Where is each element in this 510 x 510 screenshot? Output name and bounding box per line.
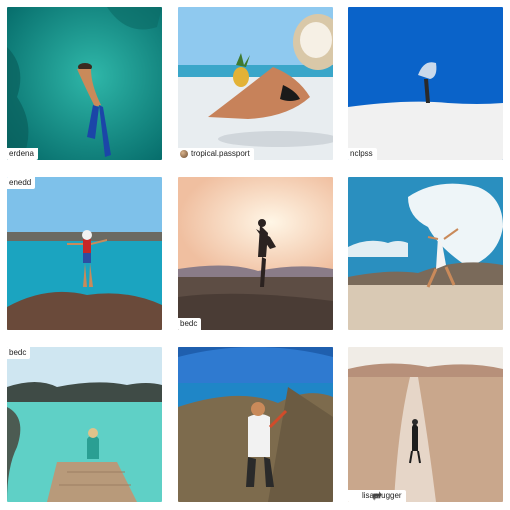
caption-tag: bedc [178, 318, 202, 330]
photo-tile-5[interactable]: bedc [178, 177, 333, 330]
caption-tag: enedd [7, 177, 36, 189]
caption-text: nclpss [350, 149, 373, 158]
caption-text: bedc [9, 348, 27, 357]
photo-tile-3[interactable]: nclpss [348, 7, 503, 160]
photo-desert-jump [348, 177, 503, 330]
caption-text: enedd [9, 178, 32, 187]
caption-text: erdena [9, 149, 34, 158]
photo-tile-9[interactable]: lisaprugger [348, 347, 503, 502]
repost-icon [350, 491, 382, 501]
caption-tag: lisaprugger [348, 490, 406, 502]
photo-white-dune [348, 7, 503, 160]
caption-tag: nclpss [348, 148, 377, 160]
photo-grid: erdena tropical.passport nclpss enedd be… [0, 0, 510, 510]
caption-tag: bedc [7, 347, 31, 359]
photo-natural-pool [7, 347, 162, 502]
avatar [180, 150, 188, 158]
caption-text: tropical.passport [191, 149, 250, 158]
photo-tile-2[interactable]: tropical.passport [178, 7, 333, 160]
caption-tag: tropical.passport [178, 148, 254, 160]
photo-sunset-couple [178, 177, 333, 330]
caption-text: bedc [180, 319, 198, 328]
caption-tag: erdena [7, 148, 38, 160]
photo-tile-1[interactable]: erdena [7, 7, 162, 160]
photo-tile-4[interactable]: enedd [7, 177, 162, 330]
photo-tile-7[interactable]: bedc [7, 347, 162, 502]
photo-beach-pineapple [178, 7, 333, 160]
photo-woman-on-rock [7, 177, 162, 330]
photo-tile-6[interactable] [348, 177, 503, 330]
photo-mountain-selfie [178, 347, 333, 502]
photo-tile-8[interactable] [178, 347, 333, 502]
photo-desert-track [348, 347, 503, 502]
photo-snorkeler [7, 7, 162, 160]
